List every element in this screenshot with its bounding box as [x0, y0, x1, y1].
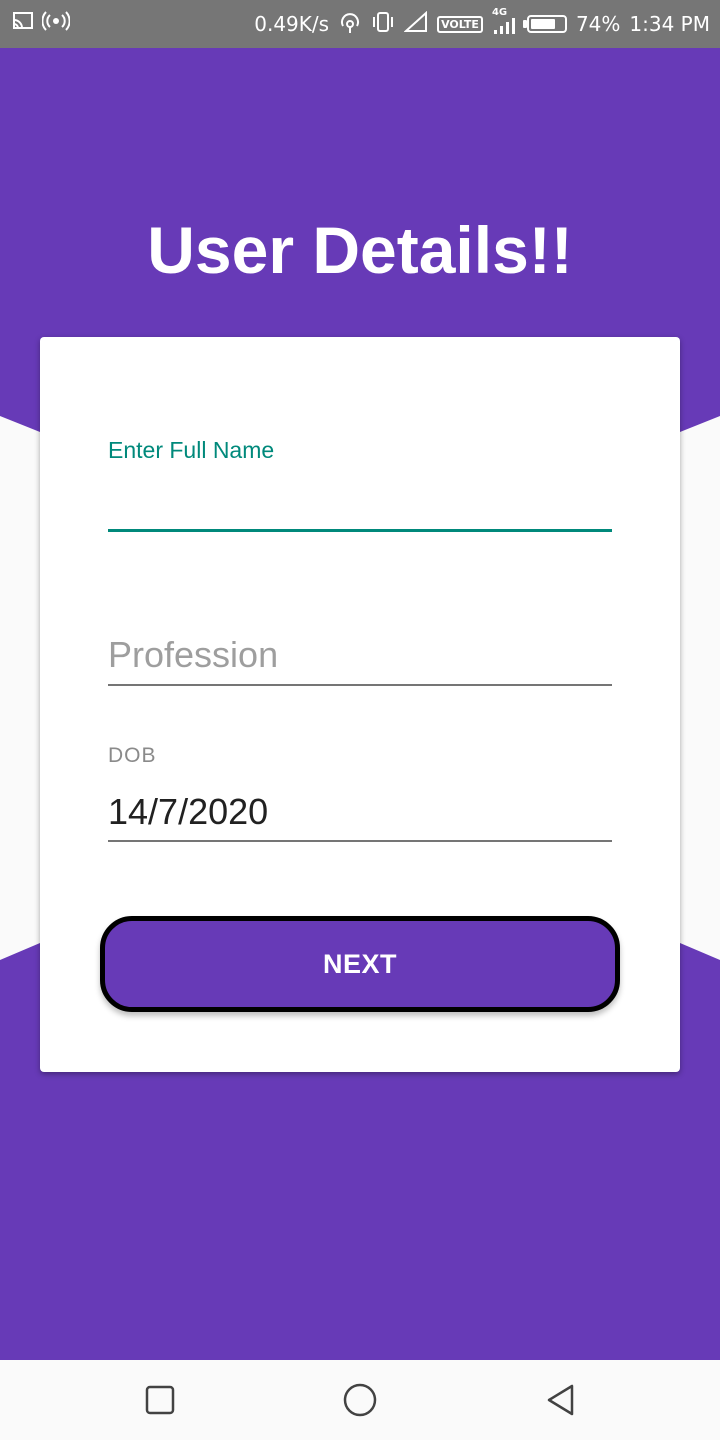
status-bar: 0.49K/s VOLTE 4G 74% 1:34 PM — [0, 0, 720, 48]
next-button[interactable]: NEXT — [100, 916, 620, 1012]
full-name-label: Enter Full Name — [108, 437, 275, 463]
page-title: User Details!! — [147, 213, 573, 287]
profession-field[interactable] — [108, 627, 612, 691]
user-details-card: Enter Full Name DOB 14/7/2020 NEXT — [40, 337, 680, 1072]
vibrate-icon — [371, 11, 395, 38]
navigation-bar — [0, 1360, 720, 1440]
battery-percent: 74% — [575, 12, 621, 36]
full-name-field[interactable]: Enter Full Name — [108, 433, 612, 537]
dob-label: DOB — [108, 744, 157, 767]
dob-value[interactable]: 14/7/2020 — [108, 791, 268, 833]
home-icon — [343, 1383, 377, 1417]
signal-empty-icon — [403, 10, 428, 38]
signal-4g-icon: 4G — [492, 7, 518, 37]
back-icon — [547, 1384, 574, 1416]
wifi-calling-icon — [338, 11, 362, 38]
full-name-input[interactable] — [108, 477, 612, 521]
back-button[interactable] — [538, 1378, 582, 1422]
home-button[interactable] — [338, 1378, 382, 1422]
network-speed: 0.49K/s — [254, 12, 330, 36]
profession-underline — [108, 684, 612, 686]
recents-icon — [145, 1385, 175, 1415]
battery-level — [530, 19, 555, 29]
volte-badge: VOLTE — [437, 15, 483, 33]
full-name-underline — [108, 529, 612, 532]
profession-input[interactable] — [108, 633, 612, 677]
battery-icon — [522, 15, 567, 33]
cast-icon — [12, 10, 34, 37]
clock: 1:34 PM — [629, 12, 710, 36]
dob-field[interactable]: DOB 14/7/2020 — [108, 741, 612, 851]
dob-underline — [108, 840, 612, 842]
hotspot-icon — [41, 10, 71, 37]
recents-button[interactable] — [138, 1378, 182, 1422]
